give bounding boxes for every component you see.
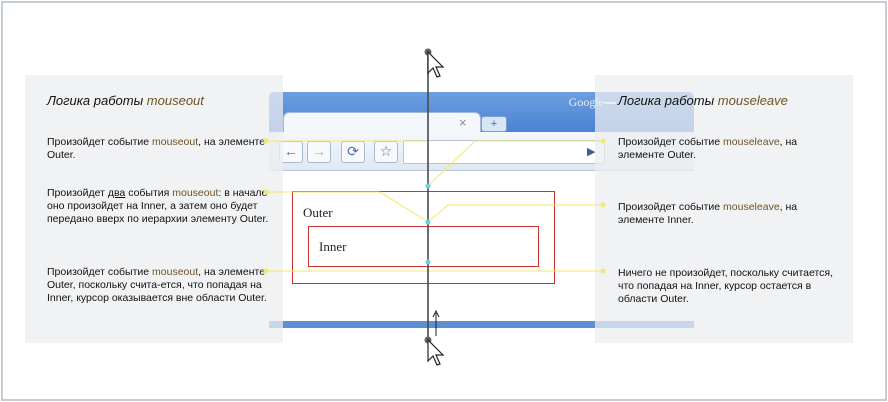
connector-dot xyxy=(600,138,606,144)
cursor-top-icon xyxy=(427,50,445,78)
connector-endpoints xyxy=(263,138,606,274)
crossing-dot xyxy=(425,259,431,265)
connector-lines xyxy=(268,140,600,272)
connector-dot xyxy=(263,268,269,274)
connector-dot xyxy=(263,189,269,195)
cursor-bottom-icon xyxy=(427,338,445,366)
connector-line xyxy=(427,140,476,187)
connector-dot xyxy=(600,202,606,208)
crossing-dot xyxy=(425,183,431,189)
connector-dot xyxy=(600,268,606,274)
connector-dot xyxy=(263,138,269,144)
diagram-overlay xyxy=(263,48,606,366)
connector-line xyxy=(379,191,429,223)
crossing-dot xyxy=(425,219,431,225)
connector-line xyxy=(427,204,449,223)
